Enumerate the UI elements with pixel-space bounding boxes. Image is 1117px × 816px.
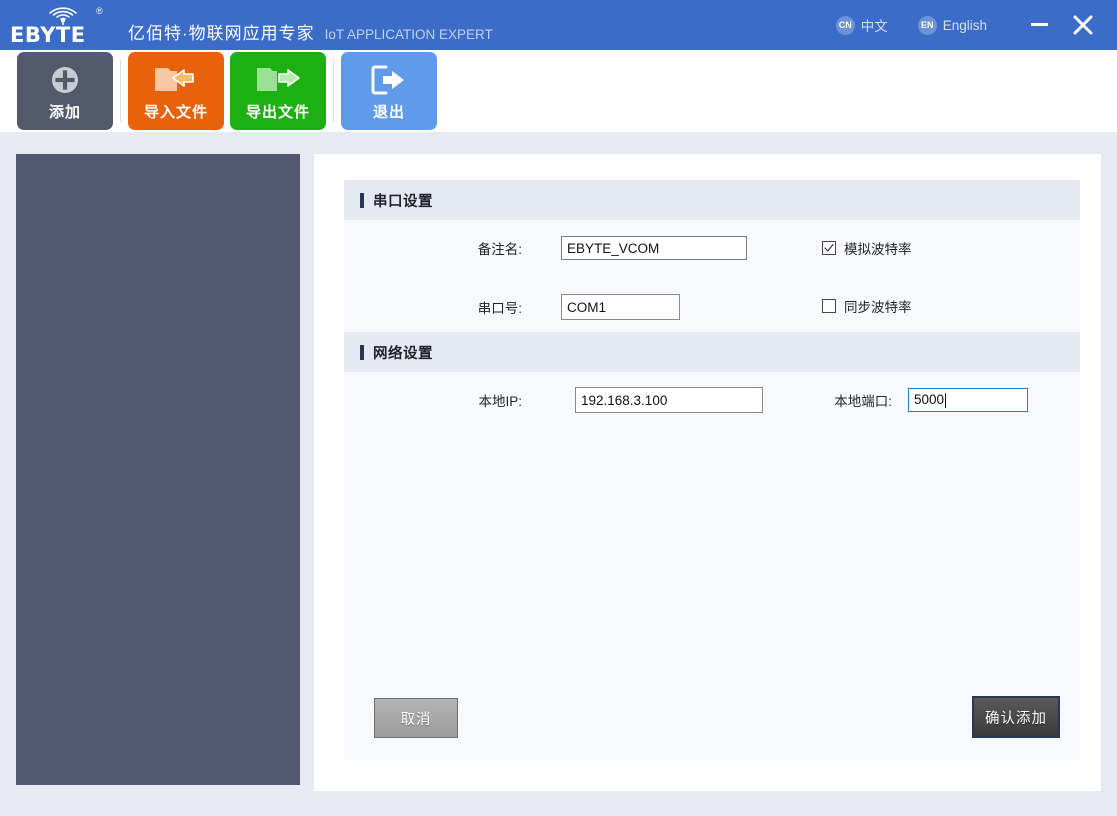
cn-badge-icon: CN [835,15,855,35]
network-section-title: 网络设置 [373,345,433,362]
registered-mark: ® [96,6,103,16]
local-ip-select[interactable]: 192.168.3.100 [575,387,763,413]
local-port-label: 本地端口: [834,394,892,409]
remark-name-label: 备注名: [477,242,522,257]
local-ip-row: 本地IP: 192.168.3.100 [392,387,763,413]
toolbar-button-import-label: 导入文件 [143,103,208,121]
remark-name-input[interactable] [561,236,747,260]
minimize-button[interactable] [1017,0,1061,50]
text-caret [945,392,947,408]
checkbox-sync-baudrate[interactable]: 同步波特率 [822,296,912,316]
local-ip-selected-value: 192.168.3.100 [581,392,668,408]
local-ip-label: 本地IP: [478,394,522,409]
toolbar-button-add[interactable]: 添加 [17,52,113,130]
checkbox-sync-baudrate-box [822,299,836,313]
folder-export-icon [255,61,301,99]
serial-port-selected-value: COM1 [567,299,607,315]
local-port-input-value: 5000 [914,392,945,407]
title-bar: ® EBYTE 亿佰特·物联网应用专家 IoT APPLICATION EXPE… [0,0,1117,50]
ebyte-logo: ® EBYTE [10,3,118,47]
serial-port-label: 串口号: [477,301,522,316]
checkbox-simulate-baudrate-label: 模拟波特率 [844,242,912,257]
close-icon [1073,15,1093,35]
confirm-add-button[interactable]: 确认添加 [972,696,1060,738]
toolbar-underline-strip [0,132,1117,154]
settings-panel: 串口设置 备注名: 模拟波特率 串口号: [344,180,1080,760]
toolbar-button-export[interactable]: 导出文件 [230,52,326,130]
toolbar-button-exit-label: 退出 [372,103,405,121]
language-chinese-label: 中文 [860,19,888,34]
serial-port-select[interactable]: COM1 [561,294,680,320]
remark-name-row: 备注名: [392,236,747,260]
toolbar-button-export-label: 导出文件 [245,103,310,121]
section-accent-bar [360,192,364,208]
language-english-label: English [942,17,987,33]
language-switch-english[interactable]: EN English [917,15,987,35]
app-window: ® EBYTE 亿佰特·物联网应用专家 IoT APPLICATION EXPE… [0,0,1117,816]
logo-wordmark: EBYTE [10,23,86,47]
antenna-signal-icon [49,7,77,25]
network-section-body: 本地IP: 192.168.3.100 本地端口: 5000 [344,372,1080,432]
exit-arrow-icon [370,61,408,99]
toolbar-button-add-label: 添加 [48,103,81,121]
checkbox-simulate-baudrate-box [822,241,836,255]
en-badge-icon: EN [917,15,937,35]
device-list-sidebar[interactable] [16,154,300,785]
serial-section-header: 串口设置 [344,180,1080,220]
serial-section-title: 串口设置 [373,193,433,210]
cancel-button[interactable]: 取消 [374,698,458,738]
confirm-add-button-label: 确认添加 [985,710,1047,727]
minimize-icon [1030,22,1048,26]
section-accent-bar [360,344,364,360]
serial-section-body: 备注名: 模拟波特率 串口号: COM1 [344,220,1080,332]
brand-title-cn: 亿佰特·物联网应用专家 [128,24,315,43]
content-card: 串口设置 备注名: 模拟波特率 串口号: [314,154,1101,791]
check-icon [824,243,834,252]
plus-circle-icon [50,61,80,99]
toolbar-button-exit[interactable]: 退出 [341,52,437,130]
titlebar-controls: CN 中文 EN English [835,0,1117,50]
brand: ® EBYTE 亿佰特·物联网应用专家 IoT APPLICATION EXPE… [10,3,493,47]
toolbar: 添加 导入文件 导出文件 退出 [0,50,1117,132]
serial-port-row: 串口号: COM1 [392,294,680,320]
toolbar-divider [120,60,121,122]
close-button[interactable] [1061,0,1105,50]
brand-title-en: IoT APPLICATION EXPERT [324,27,493,42]
checkbox-sync-baudrate-label: 同步波特率 [844,300,912,315]
network-section-header: 网络设置 [344,332,1080,372]
folder-import-icon [153,61,199,99]
local-port-input[interactable]: 5000 [908,388,1028,412]
toolbar-button-import[interactable]: 导入文件 [128,52,224,130]
language-switch-chinese[interactable]: CN 中文 [835,15,888,35]
local-port-row: 本地端口: 5000 [822,388,1028,412]
checkbox-simulate-baudrate[interactable]: 模拟波特率 [822,238,912,258]
toolbar-divider [333,60,334,122]
cancel-button-label: 取消 [400,711,432,728]
